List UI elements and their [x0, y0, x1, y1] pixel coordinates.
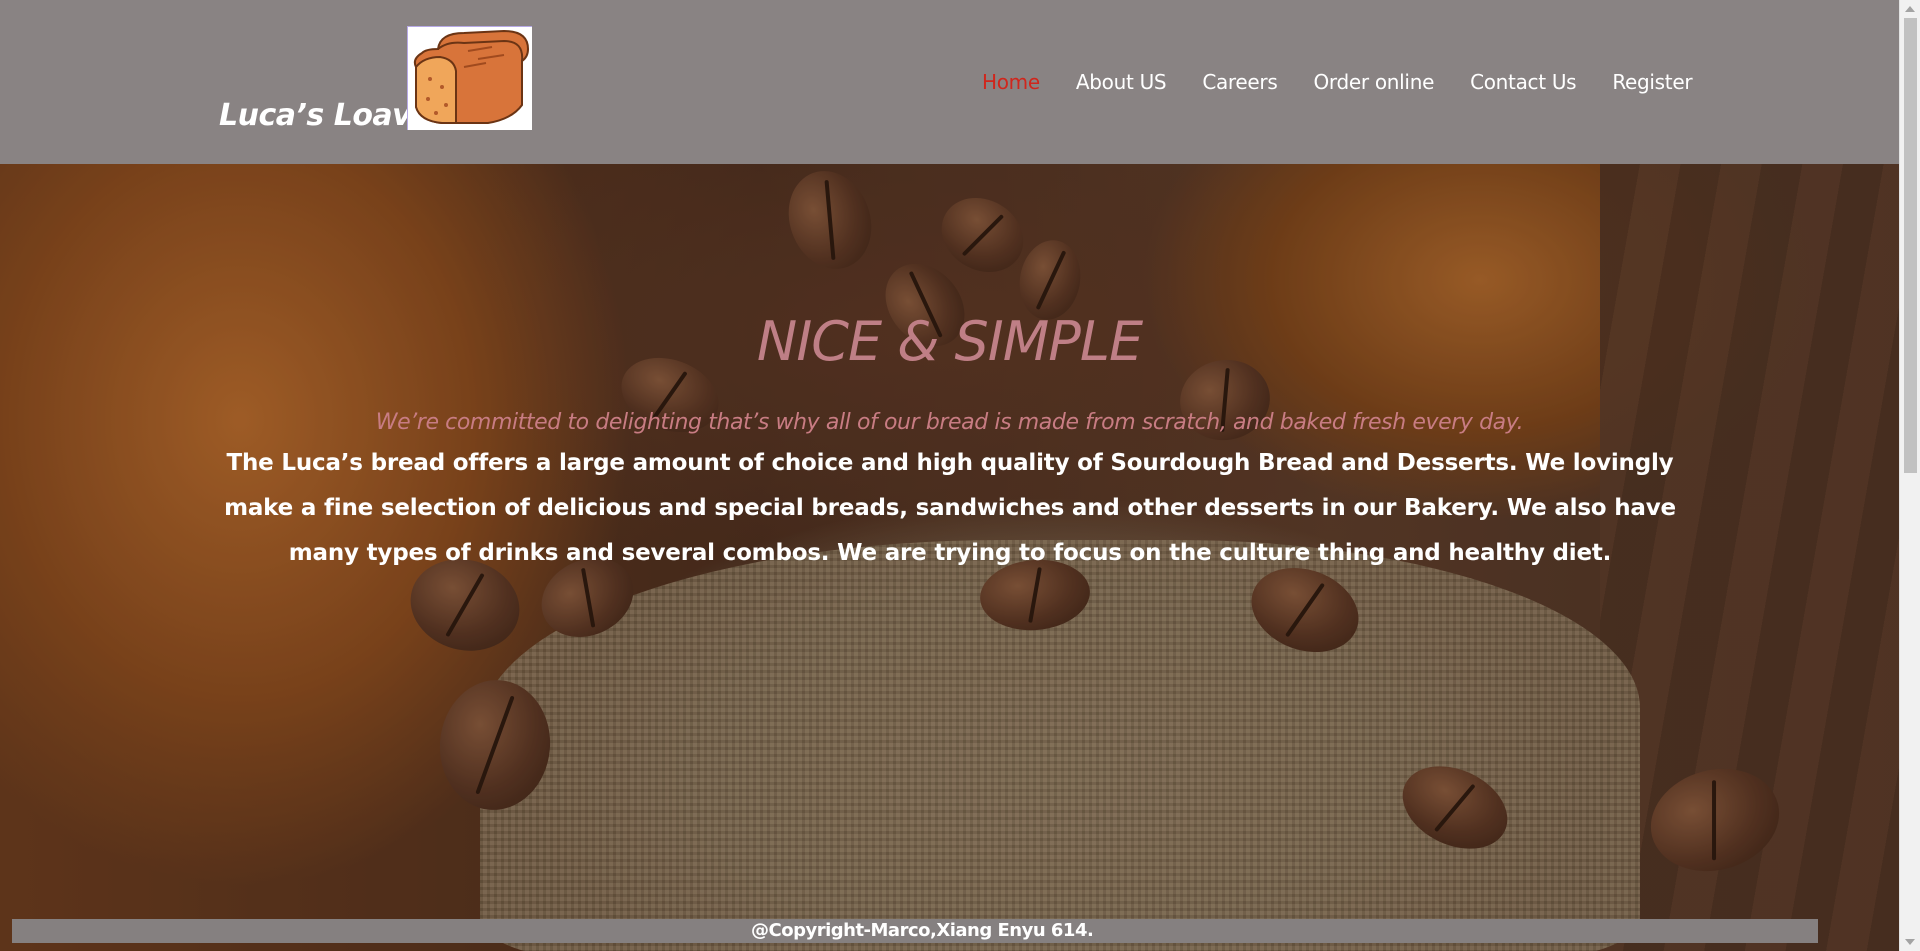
nav-item-order-online[interactable]: Order online — [1313, 70, 1434, 94]
page: Luca’s Loaves Home About US Careers Orde… — [0, 0, 1899, 951]
hero-tagline: We’re committed to delighting that’s why… — [375, 410, 1524, 435]
copyright-text: @Copyright-Marco,Xiang Enyu 614. — [751, 920, 1094, 941]
hero-headline: NICE & SIMPLE — [756, 310, 1143, 373]
bread-loaf-icon-graphic — [413, 29, 530, 124]
site-header: Luca’s Loaves Home About US Careers Orde… — [0, 0, 1899, 164]
vertical-scrollbar[interactable] — [1899, 0, 1920, 951]
main-nav: Home About US Careers Order online Conta… — [982, 70, 1728, 94]
nav-item-contact-us[interactable]: Contact Us — [1470, 70, 1577, 94]
nav-item-about-us[interactable]: About US — [1076, 70, 1167, 94]
bread-loaf-icon[interactable] — [407, 26, 532, 130]
scroll-down-arrow-icon[interactable] — [1905, 939, 1915, 945]
nav-item-home[interactable]: Home — [982, 70, 1040, 94]
nav-item-careers[interactable]: Careers — [1202, 70, 1277, 94]
nav-item-register[interactable]: Register — [1612, 70, 1692, 94]
footer-bar: @Copyright-Marco,Xiang Enyu 614. — [12, 919, 1818, 943]
hero-description: The Luca’s bread offers a large amount o… — [224, 450, 1676, 566]
scroll-thumb[interactable] — [1904, 18, 1917, 473]
scroll-up-arrow-icon[interactable] — [1905, 6, 1915, 12]
